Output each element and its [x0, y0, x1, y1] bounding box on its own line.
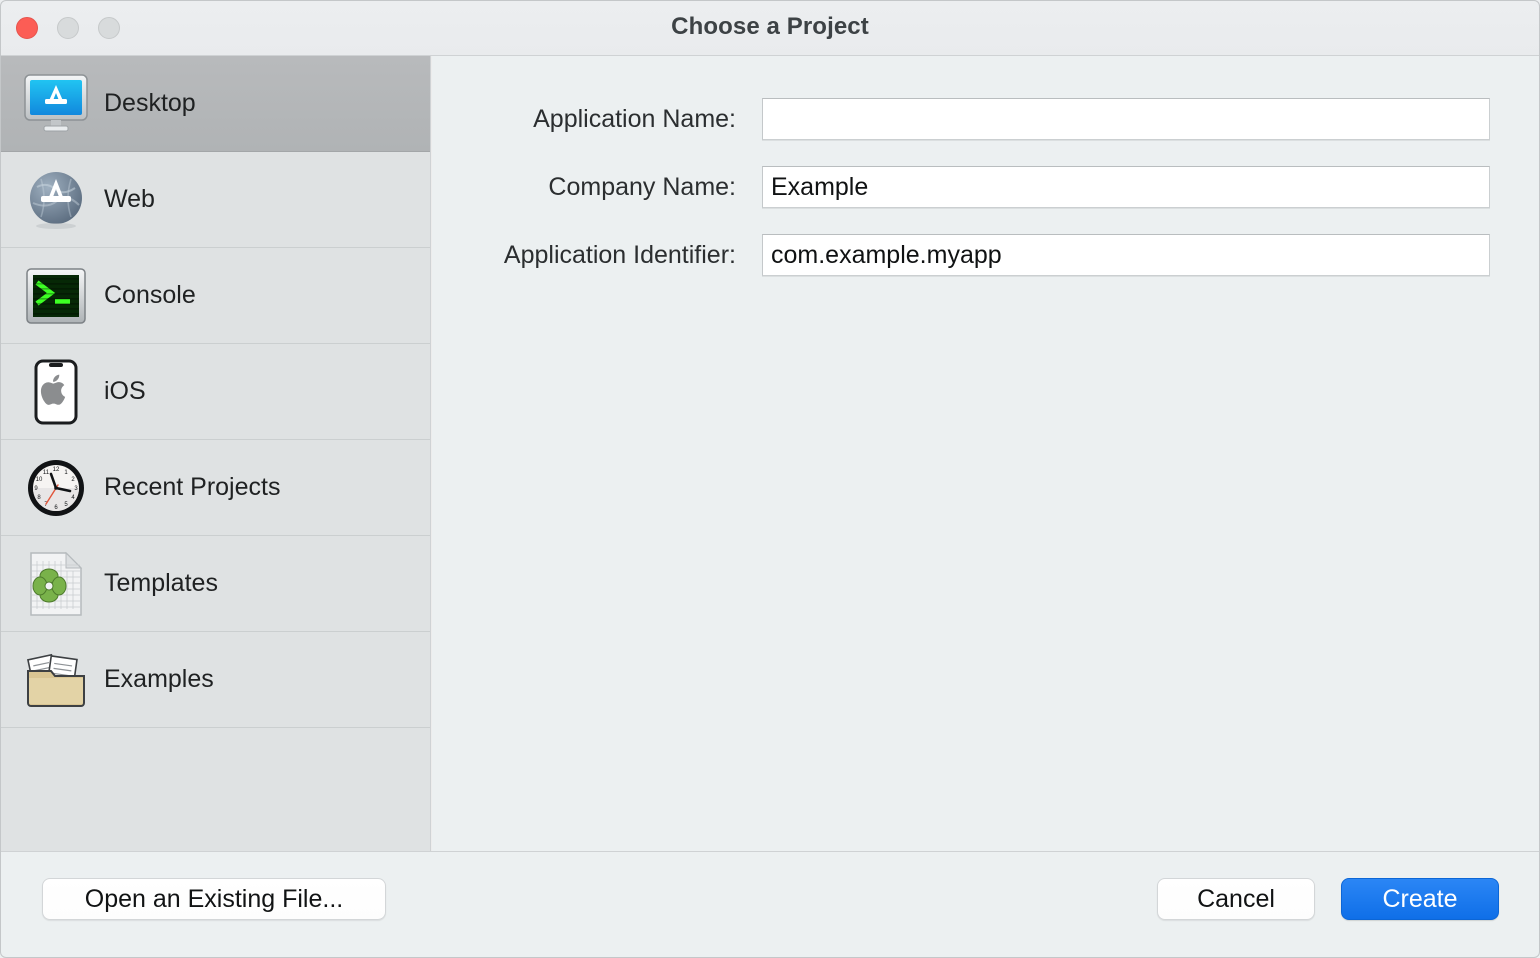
- sidebar-item-label: Templates: [104, 569, 218, 597]
- clock-icon: 12 1 2 3 4 5 6 7 8 9 10 11: [20, 452, 92, 524]
- cancel-button[interactable]: Cancel: [1157, 878, 1315, 920]
- sidebar-item-web[interactable]: Web: [0, 152, 430, 248]
- application-name-label: Application Name:: [533, 104, 736, 133]
- sidebar-item-desktop[interactable]: Desktop: [0, 56, 430, 152]
- open-existing-file-button[interactable]: Open an Existing File...: [42, 878, 386, 920]
- template-document-icon: [20, 548, 92, 620]
- form-row-application-name: Application Name:: [432, 98, 1540, 140]
- window-title: Choose a Project: [671, 13, 869, 40]
- sidebar-item-label: Web: [104, 185, 155, 213]
- sidebar-empty-space: [0, 728, 430, 838]
- terminal-icon: [20, 260, 92, 332]
- choose-a-project-dialog: Choose a Project Desktop Web Console iOS…: [0, 0, 1540, 958]
- create-button[interactable]: Create: [1341, 878, 1499, 920]
- desktop-monitor-icon: [20, 68, 92, 140]
- form-row-company-name: Company Name: Example: [432, 166, 1540, 208]
- globe-icon: [20, 164, 92, 236]
- sidebar-item-console[interactable]: Console: [0, 248, 430, 344]
- svg-text:10: 10: [36, 477, 43, 483]
- sidebar-item-label: Recent Projects: [104, 473, 281, 501]
- sidebar-item-recent-projects[interactable]: 12 1 2 3 4 5 6 7 8 9 10 11 Recent Projec…: [0, 440, 430, 536]
- sidebar-item-label: Console: [104, 281, 196, 309]
- project-settings-pane: Application Name: Company Name: Example …: [432, 56, 1540, 851]
- sidebar-item-label: iOS: [104, 377, 146, 405]
- category-sidebar[interactable]: Desktop Web Console iOS 12 1 2 3 4 5 6 7…: [0, 56, 431, 851]
- application-identifier-input[interactable]: com.example.myapp: [762, 234, 1490, 276]
- dialog-footer: Open an Existing File... Cancel Create: [0, 851, 1540, 958]
- svg-text:12: 12: [53, 467, 60, 473]
- company-name-input[interactable]: Example: [762, 166, 1490, 208]
- application-name-input[interactable]: [762, 98, 1490, 140]
- sidebar-item-ios[interactable]: iOS: [0, 344, 430, 440]
- window-titlebar: Choose a Project: [0, 0, 1540, 56]
- sidebar-item-label: Examples: [104, 665, 214, 693]
- svg-text:11: 11: [43, 470, 50, 476]
- folder-documents-icon: [20, 644, 92, 716]
- company-name-label: Company Name:: [548, 172, 736, 201]
- iphone-apple-icon: [20, 356, 92, 428]
- sidebar-item-examples[interactable]: Examples: [0, 632, 430, 728]
- sidebar-item-label: Desktop: [104, 89, 196, 117]
- form-row-application-identifier: Application Identifier: com.example.myap…: [432, 234, 1540, 276]
- application-identifier-label: Application Identifier:: [503, 240, 736, 269]
- dialog-content: Desktop Web Console iOS 12 1 2 3 4 5 6 7…: [0, 56, 1540, 851]
- sidebar-item-templates[interactable]: Templates: [0, 536, 430, 632]
